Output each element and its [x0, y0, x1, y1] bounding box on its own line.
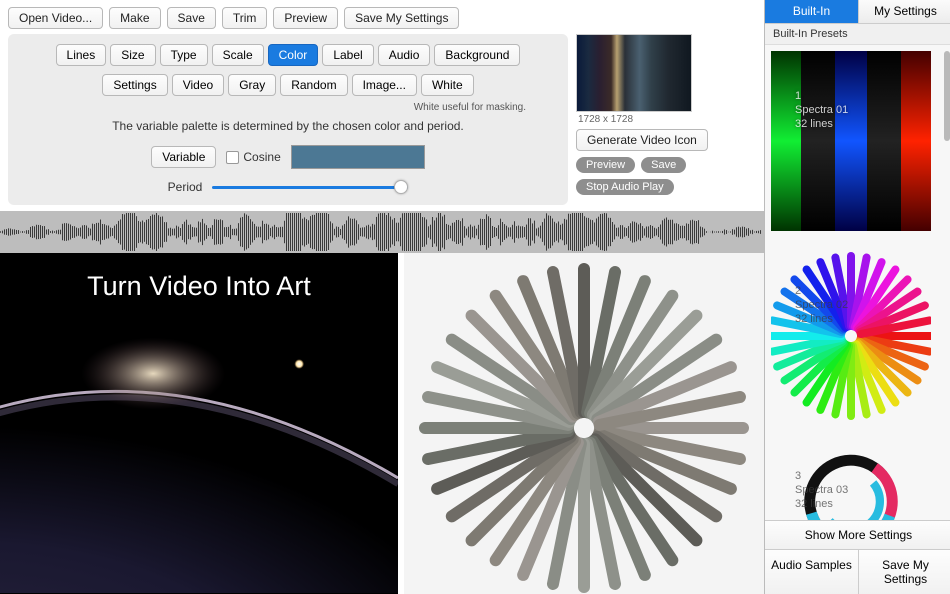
icon-panel: 1728 x 1728 Generate Video Icon Preview …: [576, 34, 756, 205]
tab-type[interactable]: Type: [160, 44, 208, 66]
sidebar-tab-builtin[interactable]: Built-In: [765, 0, 859, 23]
tab-scale[interactable]: Scale: [212, 44, 264, 66]
preset-item[interactable]: 1 Spectra 01 32 lines: [771, 51, 940, 234]
trim-button[interactable]: Trim: [222, 7, 268, 29]
preset-name: Spectra 03: [795, 483, 848, 497]
colortab-image[interactable]: Image...: [352, 74, 417, 96]
property-tabs: Lines Size Type Scale Color Label Audio …: [20, 44, 556, 66]
preset-num: 2: [795, 284, 848, 298]
preset-lines: 32 lines: [795, 312, 848, 326]
tab-label[interactable]: Label: [322, 44, 373, 66]
preset-list[interactable]: 1 Spectra 01 32 lines 2 Spectra 02 32 li…: [765, 45, 950, 520]
cosine-checkbox[interactable]: [226, 151, 239, 164]
save-my-settings-button[interactable]: Save My Settings: [344, 7, 459, 29]
audio-waveform[interactable]: [0, 211, 764, 253]
sidebar-tabs: Built-In My Settings: [765, 0, 950, 24]
tab-audio[interactable]: Audio: [378, 44, 431, 66]
save-button[interactable]: Save: [167, 7, 216, 29]
mask-hint-text: White useful for masking.: [20, 102, 526, 113]
icon-save-button[interactable]: Save: [641, 157, 686, 173]
art-preview-pane[interactable]: [404, 253, 764, 594]
color-swatch[interactable]: [291, 145, 425, 169]
icon-preview-button[interactable]: Preview: [576, 157, 635, 173]
preset-item[interactable]: 2 Spectra 02 32 lines: [771, 246, 940, 429]
tab-size[interactable]: Size: [110, 44, 155, 66]
preset-num: 3: [795, 469, 848, 483]
open-video-button[interactable]: Open Video...: [8, 7, 103, 29]
control-panel: Lines Size Type Scale Color Label Audio …: [8, 34, 568, 205]
top-toolbar: Open Video... Make Save Trim Preview Sav…: [0, 0, 764, 34]
make-button[interactable]: Make: [109, 7, 160, 29]
palette-description-text: The variable palette is determined by th…: [20, 119, 556, 133]
show-more-settings-button[interactable]: Show More Settings: [765, 521, 950, 550]
slider-track: [212, 186, 408, 189]
preset-lines: 32 lines: [795, 497, 848, 511]
variable-button[interactable]: Variable: [151, 146, 216, 168]
video-preview-pane[interactable]: Turn Video Into Art: [0, 253, 398, 594]
sidebar-tab-mysettings[interactable]: My Settings: [859, 0, 950, 23]
color-source-tabs: Settings Video Gray Random Image... Whit…: [20, 74, 556, 96]
preset-num: 1: [795, 89, 848, 103]
generate-video-icon-button[interactable]: Generate Video Icon: [576, 129, 708, 151]
colortab-settings[interactable]: Settings: [102, 74, 167, 96]
preset-name: Spectra 02: [795, 298, 848, 312]
video-icon-thumbnail: [576, 34, 692, 112]
tab-lines[interactable]: Lines: [56, 44, 107, 66]
preset-name: Spectra 01: [795, 103, 848, 117]
tab-background[interactable]: Background: [434, 44, 520, 66]
colortab-random[interactable]: Random: [280, 74, 347, 96]
sidebar-scrollbar[interactable]: [944, 51, 950, 141]
sidebar: Built-In My Settings Built-In Presets: [764, 0, 950, 594]
colortab-white[interactable]: White: [421, 74, 474, 96]
preview-button[interactable]: Preview: [273, 7, 338, 29]
colortab-video[interactable]: Video: [172, 74, 224, 96]
period-label: Period: [168, 180, 203, 194]
preset-thumb-2: [771, 246, 931, 426]
period-slider[interactable]: [212, 179, 408, 195]
preset-thumb-1: [771, 51, 931, 231]
sidebar-save-my-settings-button[interactable]: Save My Settings: [859, 550, 950, 594]
cosine-label: Cosine: [243, 150, 280, 164]
colortab-gray[interactable]: Gray: [228, 74, 276, 96]
stop-audio-button[interactable]: Stop Audio Play: [576, 179, 674, 195]
sidebar-subheading: Built-In Presets: [765, 24, 950, 45]
icon-dimensions-text: 1728 x 1728: [578, 114, 633, 125]
preset-item[interactable]: 3 Spectra 03 32 lines: [771, 441, 940, 520]
tab-color[interactable]: Color: [268, 44, 319, 66]
slider-thumb[interactable]: [394, 180, 408, 194]
waveform-svg: [0, 211, 762, 253]
preset-lines: 32 lines: [795, 117, 848, 131]
art-svg: [404, 253, 764, 593]
audio-samples-button[interactable]: Audio Samples: [765, 550, 859, 594]
video-frame-svg: [0, 253, 398, 593]
